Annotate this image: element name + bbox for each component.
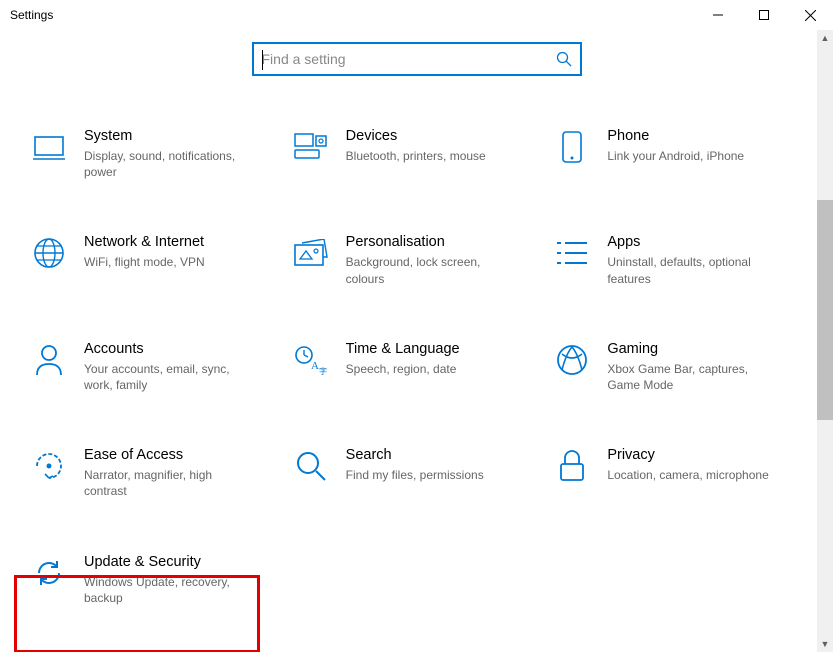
tile-title: Accounts	[84, 341, 258, 357]
search-icon	[556, 51, 572, 67]
tile-desc: Xbox Game Bar, captures, Game Mode	[607, 361, 781, 393]
search-box[interactable]	[252, 42, 582, 76]
close-icon	[805, 10, 816, 21]
tile-desc: Location, camera, microphone	[607, 467, 781, 483]
tile-title: Phone	[607, 128, 781, 144]
tile-desc: Speech, region, date	[346, 361, 520, 377]
tile-phone[interactable]: Phone Link your Android, iPhone	[547, 124, 809, 184]
personalisation-icon	[294, 236, 328, 270]
tile-privacy[interactable]: Privacy Location, camera, microphone	[547, 443, 809, 503]
apps-icon	[555, 236, 589, 270]
network-icon	[32, 236, 66, 270]
tile-apps[interactable]: Apps Uninstall, defaults, optional featu…	[547, 230, 809, 290]
content-area: System Display, sound, notifications, po…	[0, 30, 833, 652]
tile-devices[interactable]: Devices Bluetooth, printers, mouse	[286, 124, 548, 184]
tile-desc: WiFi, flight mode, VPN	[84, 254, 258, 270]
phone-icon	[555, 130, 589, 164]
minimize-button[interactable]	[695, 0, 741, 30]
update-icon	[32, 556, 66, 590]
ease-icon	[32, 449, 66, 483]
tile-personalisation[interactable]: Personalisation Background, lock screen,…	[286, 230, 548, 290]
search-category-icon	[294, 449, 328, 483]
search-container	[0, 42, 833, 76]
tile-title: Ease of Access	[84, 447, 258, 463]
tile-desc: Windows Update, recovery, backup	[84, 574, 258, 606]
tile-time[interactable]: A字 Time & Language Speech, region, date	[286, 337, 548, 397]
text-cursor	[262, 50, 263, 70]
vertical-scrollbar[interactable]: ▲ ▼	[817, 30, 833, 652]
devices-icon	[294, 130, 328, 164]
tile-network[interactable]: Network & Internet WiFi, flight mode, VP…	[24, 230, 286, 290]
close-button[interactable]	[787, 0, 833, 30]
tile-title: Update & Security	[84, 554, 258, 570]
tile-desc: Uninstall, defaults, optional features	[607, 254, 781, 286]
tile-update[interactable]: Update & Security Windows Update, recove…	[24, 550, 286, 610]
time-icon: A字	[294, 343, 328, 377]
tile-title: Gaming	[607, 341, 781, 357]
tile-title: Time & Language	[346, 341, 520, 357]
maximize-icon	[759, 10, 769, 20]
tile-gaming[interactable]: Gaming Xbox Game Bar, captures, Game Mod…	[547, 337, 809, 397]
accounts-icon	[32, 343, 66, 377]
tile-search[interactable]: Search Find my files, permissions	[286, 443, 548, 503]
tile-desc: Your accounts, email, sync, work, family	[84, 361, 258, 393]
tile-desc: Display, sound, notifications, power	[84, 148, 258, 180]
window-controls	[695, 0, 833, 30]
tile-title: Apps	[607, 234, 781, 250]
search-input[interactable]	[262, 51, 556, 67]
system-icon	[32, 130, 66, 164]
svg-text:A: A	[311, 360, 319, 372]
tile-ease[interactable]: Ease of Access Narrator, magnifier, high…	[24, 443, 286, 503]
gaming-icon	[555, 343, 589, 377]
tile-desc: Link your Android, iPhone	[607, 148, 781, 164]
svg-text:字: 字	[319, 366, 327, 375]
tile-title: System	[84, 128, 258, 144]
tile-desc: Narrator, magnifier, high contrast	[84, 467, 258, 499]
maximize-button[interactable]	[741, 0, 787, 30]
scroll-down-arrow[interactable]: ▼	[817, 636, 833, 652]
tile-title: Search	[346, 447, 520, 463]
tile-desc: Bluetooth, printers, mouse	[346, 148, 520, 164]
tile-system[interactable]: System Display, sound, notifications, po…	[24, 124, 286, 184]
tile-desc: Find my files, permissions	[346, 467, 520, 483]
tile-desc: Background, lock screen, colours	[346, 254, 520, 286]
minimize-icon	[713, 10, 723, 20]
scroll-thumb[interactable]	[817, 200, 833, 420]
settings-grid: System Display, sound, notifications, po…	[0, 124, 833, 610]
tile-title: Privacy	[607, 447, 781, 463]
tile-title: Network & Internet	[84, 234, 258, 250]
privacy-icon	[555, 449, 589, 483]
window-title: Settings	[10, 8, 53, 22]
scroll-up-arrow[interactable]: ▲	[817, 30, 833, 46]
tile-title: Personalisation	[346, 234, 520, 250]
tile-title: Devices	[346, 128, 520, 144]
tile-accounts[interactable]: Accounts Your accounts, email, sync, wor…	[24, 337, 286, 397]
